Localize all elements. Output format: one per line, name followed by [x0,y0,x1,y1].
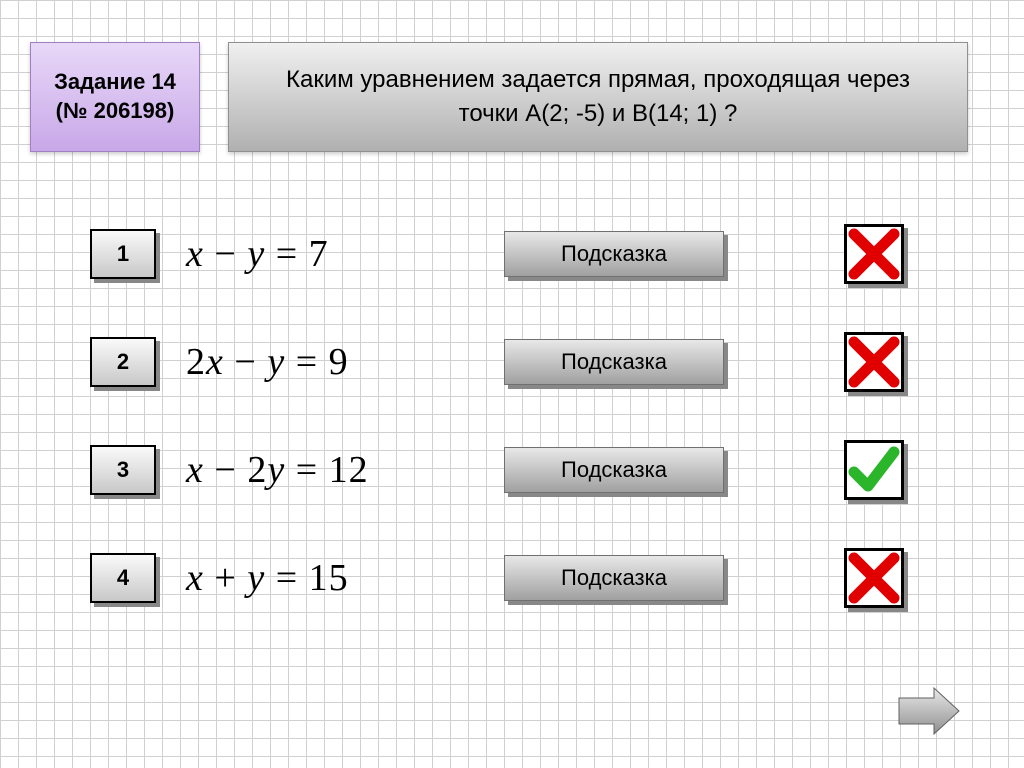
question-card: Каким уравнением задается прямая, проход… [228,42,968,152]
eq-coef: 2 [186,341,206,383]
option-row: 4 x + y = 15 Подсказка [90,524,970,632]
next-arrow-button[interactable] [894,686,964,736]
task-line1: Задание 14 [54,69,176,94]
eq-term: y [267,341,285,383]
eq-term: x [186,449,204,491]
eq-eq: = [265,233,308,275]
hint-button[interactable]: Подсказка [504,555,724,601]
question-text: Каким уравнением задается прямая, проход… [259,63,937,130]
option-row: 1 x − y = 7 Подсказка [90,200,970,308]
answer-list: 1 x − y = 7 Подсказка 2 2x − y = 9 Подск… [90,200,970,632]
eq-coef: 2 [247,449,267,491]
equation: 2x − y = 9 [186,340,496,384]
eq-term: x [186,557,204,599]
eq-eq: = [285,341,328,383]
option-number-label: 2 [117,349,129,375]
eq-rhs: 12 [329,449,369,491]
option-row: 3 x − 2y = 12 Подсказка [90,416,970,524]
result-correct-icon [844,440,904,500]
eq-rhs: 15 [309,557,349,599]
hint-label: Подсказка [561,241,667,267]
equation: x − 2y = 12 [186,448,496,492]
hint-label: Подсказка [561,565,667,591]
hint-label: Подсказка [561,457,667,483]
eq-eq: = [285,449,328,491]
hint-label: Подсказка [561,349,667,375]
eq-rhs: 9 [329,341,349,383]
task-line2: (№ 206198) [56,98,175,123]
option-number-label: 4 [117,565,129,591]
equation: x − y = 7 [186,232,496,276]
hint-button[interactable]: Подсказка [504,447,724,493]
eq-op: − [204,233,247,275]
hint-button[interactable]: Подсказка [504,231,724,277]
eq-term: y [247,557,265,599]
hint-button[interactable]: Подсказка [504,339,724,385]
eq-rhs: 7 [309,233,329,275]
option-number-button[interactable]: 1 [90,229,156,279]
eq-op: + [204,557,247,599]
eq-op: − [224,341,267,383]
option-row: 2 2x − y = 9 Подсказка [90,308,970,416]
option-number-label: 1 [117,241,129,267]
eq-op: − [204,449,247,491]
option-number-label: 3 [117,457,129,483]
eq-term: x [186,233,204,275]
eq-term: x [206,341,224,383]
eq-term: y [267,449,285,491]
task-badge: Задание 14 (№ 206198) [30,42,200,152]
option-number-button[interactable]: 4 [90,553,156,603]
result-wrong-icon [844,332,904,392]
result-wrong-icon [844,548,904,608]
option-number-button[interactable]: 2 [90,337,156,387]
option-number-button[interactable]: 3 [90,445,156,495]
equation: x + y = 15 [186,556,496,600]
eq-eq: = [265,557,308,599]
eq-term: y [247,233,265,275]
result-wrong-icon [844,224,904,284]
